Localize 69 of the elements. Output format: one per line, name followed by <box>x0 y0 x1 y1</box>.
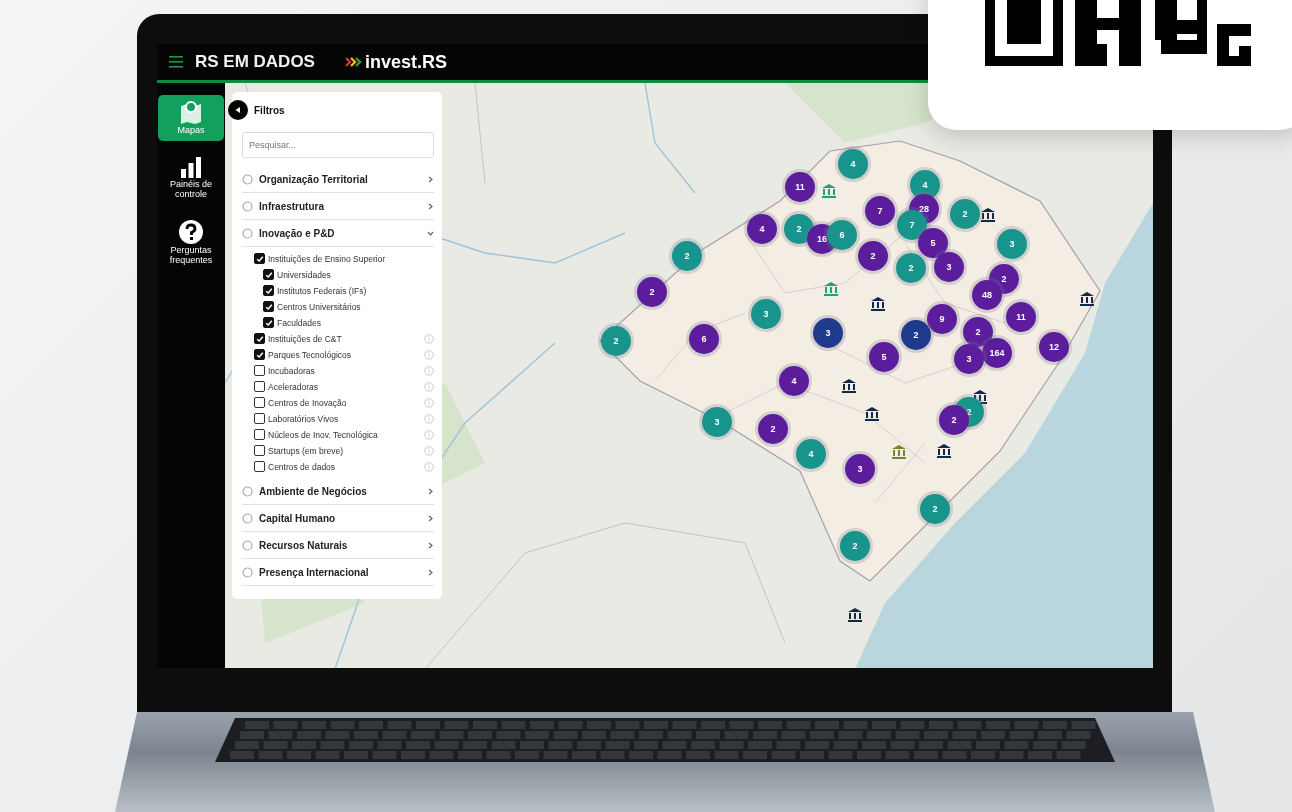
chevron-icon <box>427 229 434 237</box>
filter-section[interactable]: Ambiente de Negócios <box>242 478 434 505</box>
bank-icon[interactable] <box>870 296 886 312</box>
circle-icon <box>242 227 253 239</box>
circle-icon <box>242 200 253 212</box>
question-icon <box>179 219 203 244</box>
app-title: RS EM DADOS <box>195 52 315 72</box>
filter-label: Parques Tecnológicos <box>268 349 352 360</box>
filter-label: Instituições de C&T <box>268 333 343 344</box>
filter-section[interactable]: Recursos Naturais <box>242 532 434 559</box>
checkbox[interactable] <box>254 445 265 456</box>
checkbox[interactable] <box>254 461 265 472</box>
menu-icon[interactable] <box>169 56 183 68</box>
filter-label: Centros Universitários <box>277 301 362 312</box>
checkbox[interactable] <box>254 333 265 344</box>
circle-icon <box>242 512 253 524</box>
checkbox[interactable] <box>254 381 265 392</box>
chevron-icon <box>427 202 434 210</box>
filter-label: Incubadoras <box>268 365 316 376</box>
circle-icon <box>242 539 253 551</box>
bank-icon[interactable] <box>864 406 880 422</box>
filter-label: Núcleos de Inov. Tecnológica <box>268 429 379 440</box>
filter-label: Centros de Inovação <box>268 397 348 408</box>
filter-section[interactable]: Inovação e P&D <box>242 220 434 247</box>
checkbox[interactable] <box>254 349 265 360</box>
checkbox[interactable] <box>263 285 274 296</box>
checkbox[interactable] <box>254 253 265 264</box>
map-pin-icon <box>180 100 202 124</box>
brand-logo: invest.RS <box>364 51 447 73</box>
panel-title: Filtros <box>254 104 285 116</box>
nav-item[interactable]: Perguntas frequentes <box>158 214 224 271</box>
filter-label: Startups (em breve) <box>268 445 345 456</box>
checkbox[interactable] <box>263 269 274 280</box>
filter-section[interactable]: Presença Internacional <box>242 559 434 586</box>
filter-label: Institutos Federais (IFs) <box>277 285 368 296</box>
circle-icon <box>242 566 253 578</box>
bank-icon[interactable] <box>847 607 863 623</box>
bank-icon[interactable] <box>936 443 952 459</box>
filter-section[interactable]: Infraestrutura <box>242 193 434 220</box>
chevrons-icon <box>344 56 363 68</box>
bar-chart-icon <box>180 155 202 178</box>
chevron-icon <box>427 487 434 495</box>
filter-section[interactable]: Organização Territorial <box>242 166 434 193</box>
nav-item[interactable]: Painéis de controle <box>158 150 224 205</box>
checkbox[interactable] <box>254 413 265 424</box>
checkbox[interactable] <box>263 301 274 312</box>
bank-icon[interactable] <box>841 378 857 394</box>
chevron-icon <box>427 541 434 549</box>
bank-icon[interactable] <box>980 207 996 223</box>
filter-label: Instituições de Ensino Superior <box>268 253 387 264</box>
filter-section[interactable]: Capital Humano <box>242 505 434 532</box>
collapse-button[interactable] <box>228 100 248 120</box>
checkbox[interactable] <box>254 365 265 376</box>
bank-icon[interactable] <box>1079 291 1095 307</box>
chevron-icon <box>427 568 434 576</box>
triangle-left-icon <box>234 106 242 114</box>
filter-label: Laboratórios Vivos <box>268 413 340 424</box>
filter-label: Faculdades <box>277 317 322 328</box>
search-field[interactable]: Pesquisar... <box>242 132 434 158</box>
filter-label: Universidades <box>277 269 332 280</box>
checkbox[interactable] <box>254 397 265 408</box>
chevron-icon <box>427 175 434 183</box>
checkbox[interactable] <box>263 317 274 328</box>
circle-icon <box>242 173 253 185</box>
filter-label: Aceleradoras <box>268 381 320 392</box>
filter-label: Centros de dados <box>268 461 337 472</box>
chevron-icon <box>427 514 434 522</box>
checkbox[interactable] <box>254 429 265 440</box>
circle-icon <box>242 485 253 497</box>
